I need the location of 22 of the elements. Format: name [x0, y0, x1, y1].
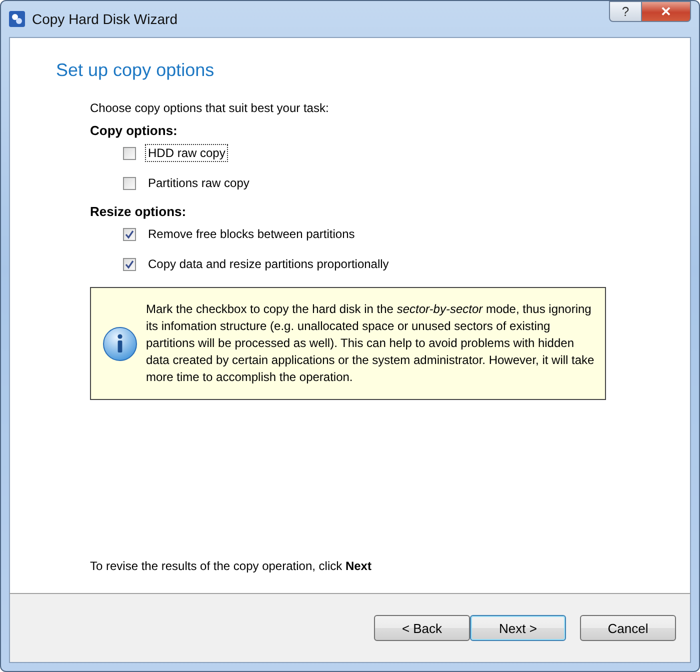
close-button[interactable]: ✕ [642, 1, 691, 22]
page-heading: Set up copy options [55, 59, 216, 81]
checkbox-label[interactable]: HDD raw copy [145, 144, 228, 162]
intro-text: Choose copy options that suit best your task: [90, 101, 330, 115]
section-title: Copy options: [90, 123, 178, 138]
app-icon [9, 11, 25, 27]
checkbox[interactable] [123, 228, 136, 240]
section-title: Resize options: [90, 204, 188, 219]
help-button[interactable]: ? [609, 1, 642, 22]
wizard-button[interactable]: < Back [374, 615, 470, 641]
window-title: Copy Hard Disk Wizard [32, 11, 178, 27]
footer-hint: To revise the results of the copy operation, click Next [90, 559, 372, 573]
checkbox-label[interactable]: Copy data and resize partitions proportionally [145, 255, 392, 273]
checkbox[interactable] [123, 258, 136, 270]
wizard-button[interactable]: Cancel [580, 615, 676, 641]
info-text: Mark the checkbox to copy the hard disk in the sector-by-sector mode, thus ignoring its infomation structure (e.g. unallocated space or unused sectors of existing partitions will be processed as well). This can help to avoid problems with hidden data created by certain applications or the system administrator. However, it will take more time to accomplish the operation. [146, 301, 595, 386]
checkbox[interactable] [123, 146, 136, 160]
checkbox-label[interactable]: Partitions raw copy [145, 174, 252, 192]
info-icon [102, 326, 138, 362]
wizard-button[interactable]: Next > [470, 615, 566, 641]
checkbox[interactable] [123, 176, 136, 190]
checkbox-label[interactable]: Remove free blocks between partitions [145, 225, 358, 243]
